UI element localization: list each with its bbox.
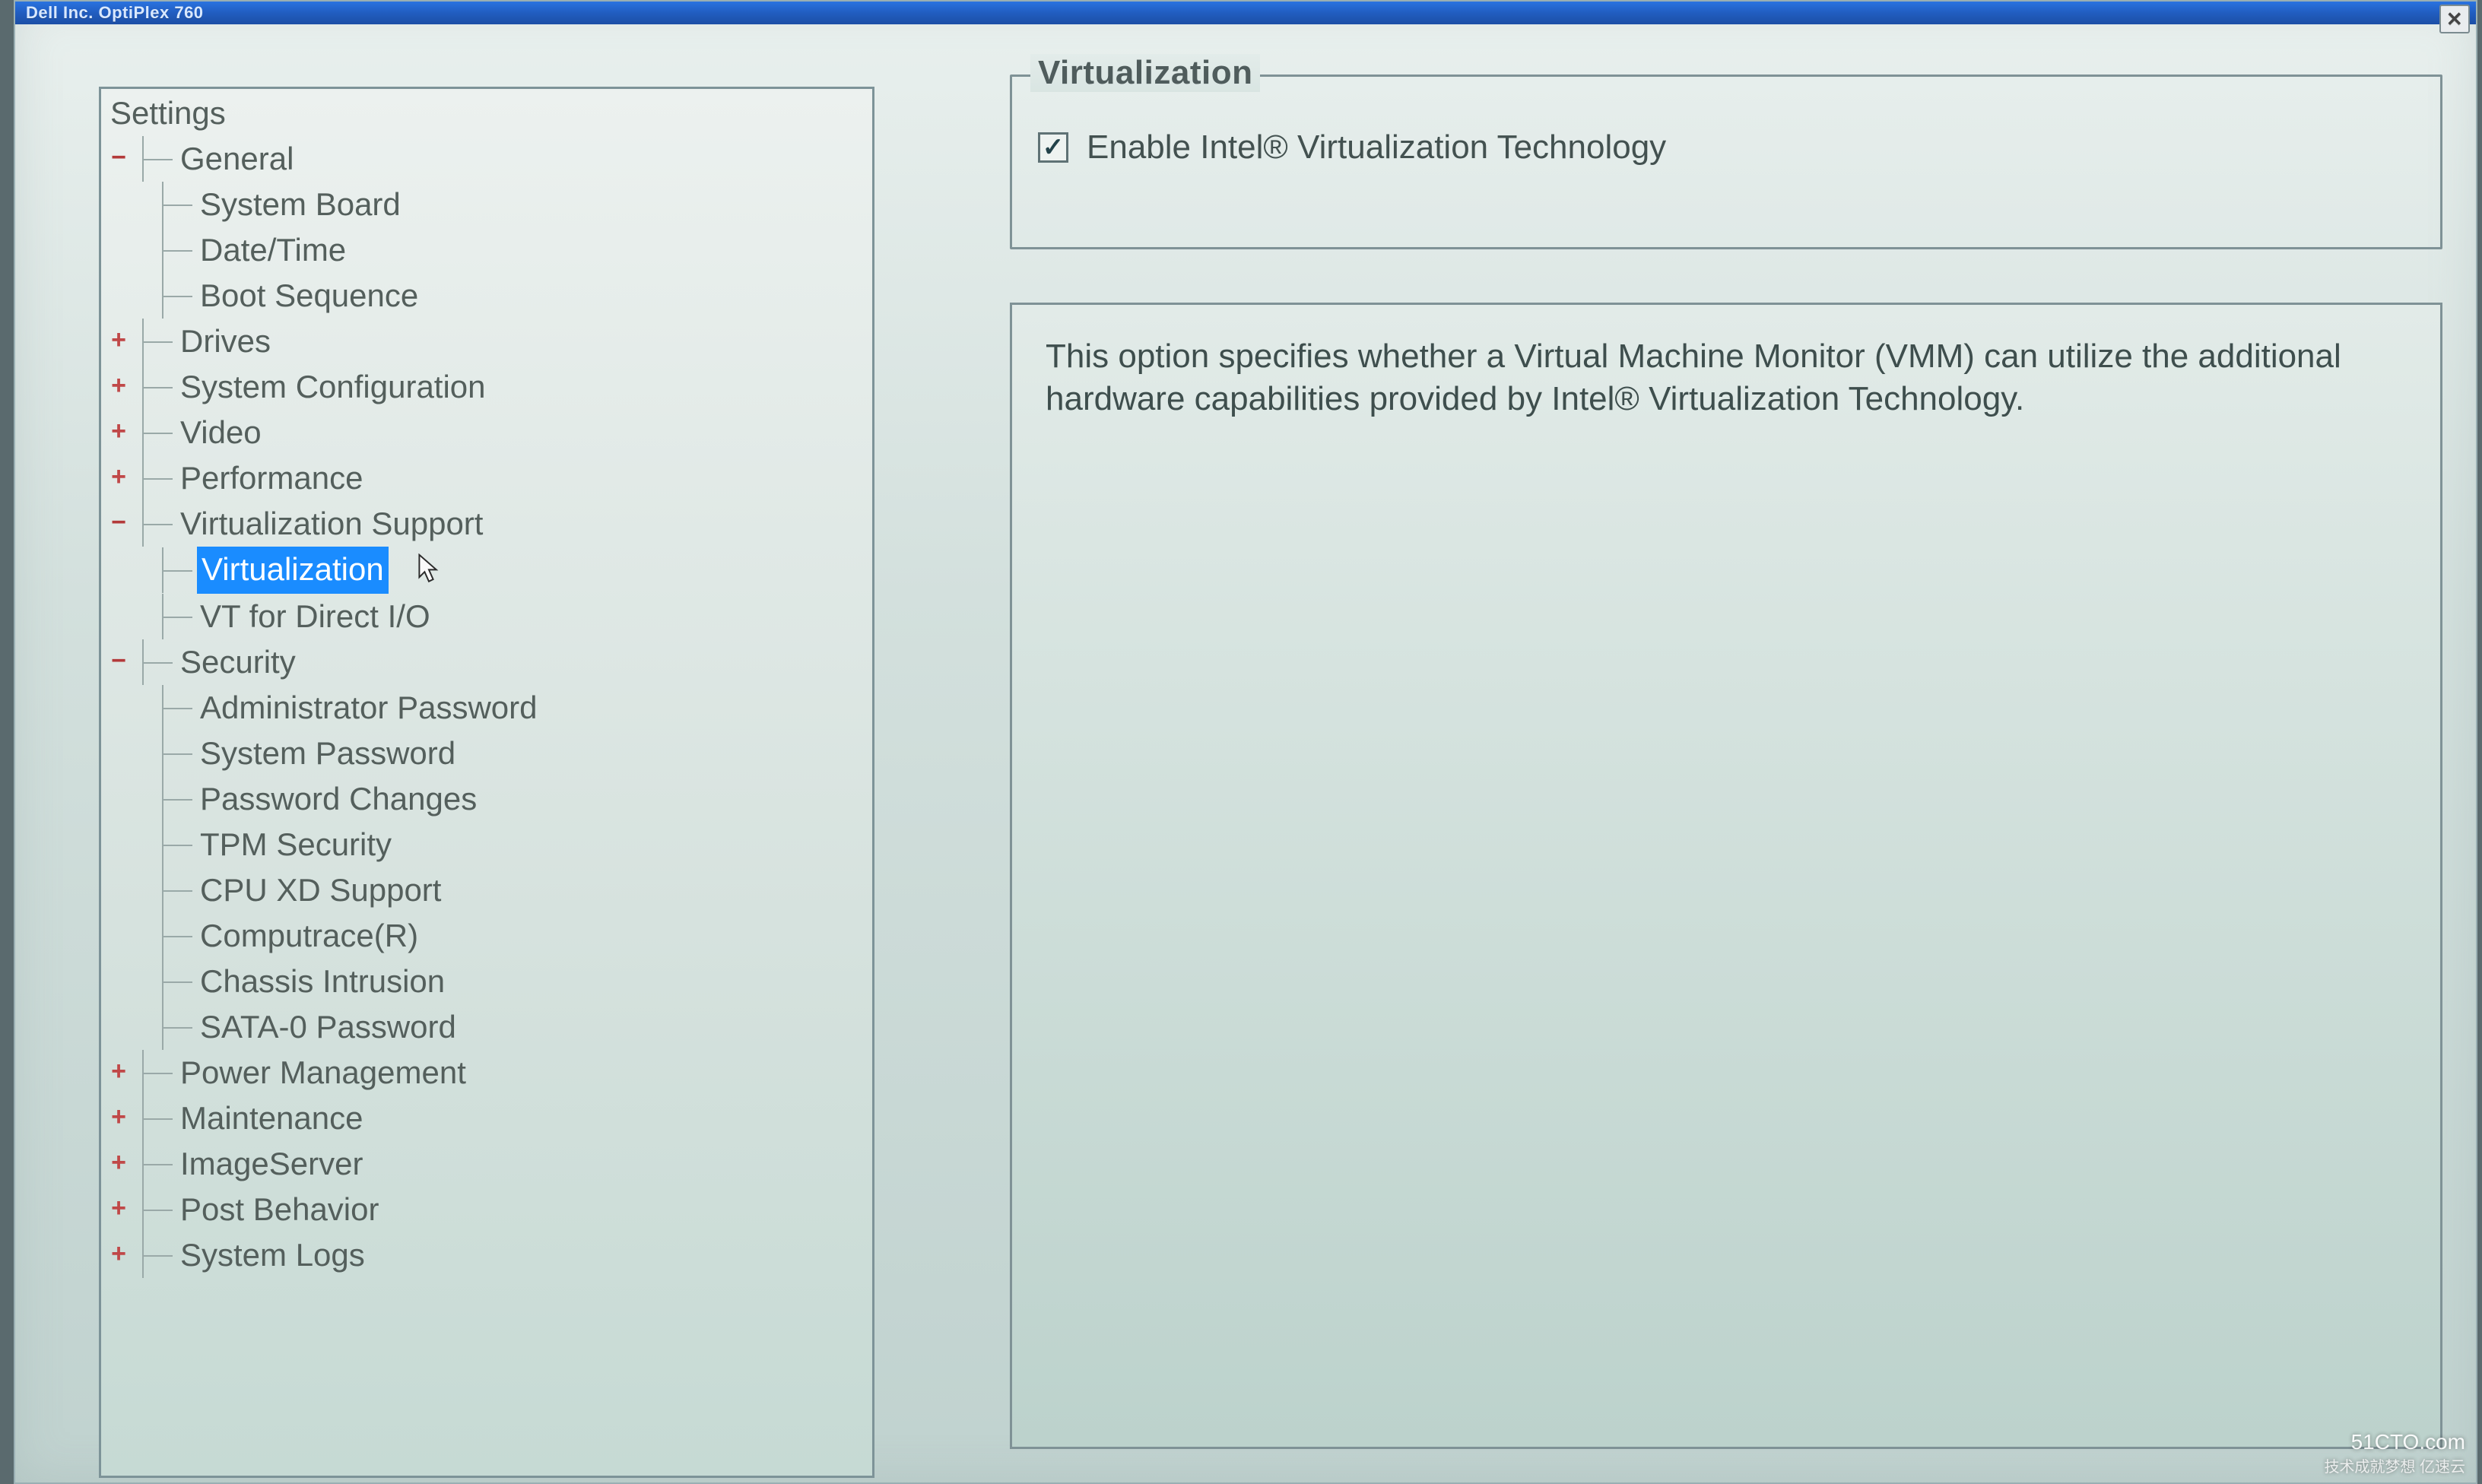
tree-node-video[interactable]: Video	[177, 410, 262, 455]
tree-leaf-password-changes[interactable]: Password Changes	[197, 776, 477, 822]
watermark-line2: 技术成就梦想 亿速云	[2324, 1454, 2465, 1476]
tree-node-imageserver[interactable]: ImageServer	[177, 1141, 363, 1187]
tree-leaf-cpu-xd[interactable]: CPU XD Support	[197, 867, 441, 913]
expand-icon[interactable]: +	[106, 363, 132, 408]
tree-leaf-sata0-password[interactable]: SATA-0 Password	[197, 1004, 456, 1050]
tree-node-system-logs[interactable]: System Logs	[177, 1232, 365, 1278]
collapse-icon[interactable]: −	[106, 638, 132, 683]
expand-icon[interactable]: +	[106, 1140, 132, 1185]
tree-leaf-system-password[interactable]: System Password	[197, 731, 455, 776]
tree-node-drives[interactable]: Drives	[177, 319, 271, 364]
expand-icon[interactable]: +	[106, 1231, 132, 1276]
enable-vt-checkbox[interactable]: ✓	[1038, 132, 1068, 163]
tree-node-security[interactable]: Security	[177, 639, 296, 685]
tree-node-performance[interactable]: Performance	[177, 455, 363, 501]
settings-tree[interactable]: Settings − General System Board Date/Tim…	[101, 89, 872, 1278]
description-box: This option specifies whether a Virtual …	[1010, 303, 2442, 1449]
tree-node-power-management[interactable]: Power Management	[177, 1050, 466, 1096]
watermark: 51CTO.com 技术成就梦想 亿速云	[2324, 1430, 2465, 1476]
window-title: Dell Inc. OptiPlex 760	[26, 3, 204, 22]
tree-node-post-behavior[interactable]: Post Behavior	[177, 1187, 379, 1232]
tree-leaf-boot-sequence[interactable]: Boot Sequence	[197, 273, 418, 319]
expand-icon[interactable]: +	[106, 317, 132, 363]
groupbox-legend: Virtualization	[1030, 54, 1260, 92]
expand-icon[interactable]: +	[106, 1048, 132, 1094]
bios-window: Dell Inc. OptiPlex 760 ✕ Settings − Gene…	[14, 0, 2477, 1484]
tree-node-system-configuration[interactable]: System Configuration	[177, 364, 486, 410]
tree-leaf-chassis-intrusion[interactable]: Chassis Intrusion	[197, 959, 445, 1004]
collapse-icon[interactable]: −	[106, 499, 132, 545]
detail-panel: Virtualization ✓ Enable Intel® Virtualiz…	[1010, 75, 2442, 1449]
expand-icon[interactable]: +	[106, 454, 132, 499]
tree-leaf-virtualization[interactable]: Virtualization	[197, 547, 389, 594]
tree-leaf-admin-password[interactable]: Administrator Password	[197, 685, 537, 731]
tree-leaf-system-board[interactable]: System Board	[197, 182, 401, 227]
expand-icon[interactable]: +	[106, 1094, 132, 1140]
tree-node-virtualization-support[interactable]: Virtualization Support	[177, 501, 483, 547]
tree-node-maintenance[interactable]: Maintenance	[177, 1096, 363, 1141]
expand-icon[interactable]: +	[106, 1185, 132, 1231]
tree-leaf-computrace[interactable]: Computrace(R)	[197, 913, 418, 959]
virtualization-groupbox: Virtualization ✓ Enable Intel® Virtualiz…	[1010, 75, 2442, 249]
enable-vt-label: Enable Intel® Virtualization Technology	[1087, 128, 1666, 166]
tree-root[interactable]: Settings	[106, 90, 226, 136]
watermark-line1: 51CTO.com	[2351, 1430, 2465, 1454]
close-button[interactable]: ✕	[2439, 5, 2470, 33]
titlebar: Dell Inc. OptiPlex 760 ✕	[15, 2, 2476, 24]
tree-leaf-vt-direct-io[interactable]: VT for Direct I/O	[197, 594, 430, 639]
collapse-icon[interactable]: −	[106, 135, 132, 180]
close-icon: ✕	[2446, 8, 2463, 31]
settings-tree-panel: Settings − General System Board Date/Tim…	[99, 87, 874, 1478]
tree-node-general[interactable]: General	[177, 136, 294, 182]
tree-leaf-tpm-security[interactable]: TPM Security	[197, 822, 392, 867]
tree-leaf-date-time[interactable]: Date/Time	[197, 227, 346, 273]
description-text: This option specifies whether a Virtual …	[1046, 338, 2341, 417]
expand-icon[interactable]: +	[106, 408, 132, 454]
